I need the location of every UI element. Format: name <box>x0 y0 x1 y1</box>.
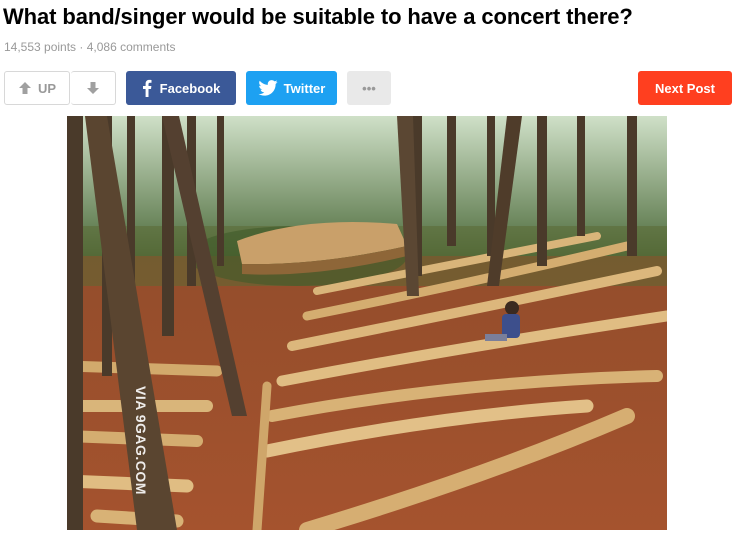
twitter-label: Twitter <box>283 80 326 96</box>
facebook-share-button[interactable]: Facebook <box>126 71 236 105</box>
next-post-button[interactable]: Next Post <box>638 71 732 105</box>
image-watermark: VIA 9GAG.COM <box>133 386 149 495</box>
more-options-button[interactable]: ••• <box>347 71 391 105</box>
forest-amphitheater-photo <box>67 116 667 530</box>
twitter-icon <box>258 80 278 96</box>
twitter-share-button[interactable]: Twitter <box>246 71 337 105</box>
arrow-down-icon <box>86 81 100 95</box>
facebook-label: Facebook <box>159 80 221 96</box>
upvote-label: UP <box>37 80 57 96</box>
points-count[interactable]: 14,553 points <box>4 40 76 54</box>
post-image[interactable]: VIA 9GAG.COM <box>67 116 667 530</box>
meta-separator: · <box>76 40 87 54</box>
arrow-up-icon <box>18 81 32 95</box>
upvote-button[interactable]: UP <box>4 71 70 105</box>
post-title: What band/singer would be suitable to ha… <box>3 4 633 29</box>
post-meta: 14,553 points · 4,086 comments <box>4 40 175 54</box>
downvote-button[interactable] <box>71 71 116 105</box>
comments-count[interactable]: 4,086 comments <box>87 40 176 54</box>
facebook-icon <box>142 79 152 97</box>
